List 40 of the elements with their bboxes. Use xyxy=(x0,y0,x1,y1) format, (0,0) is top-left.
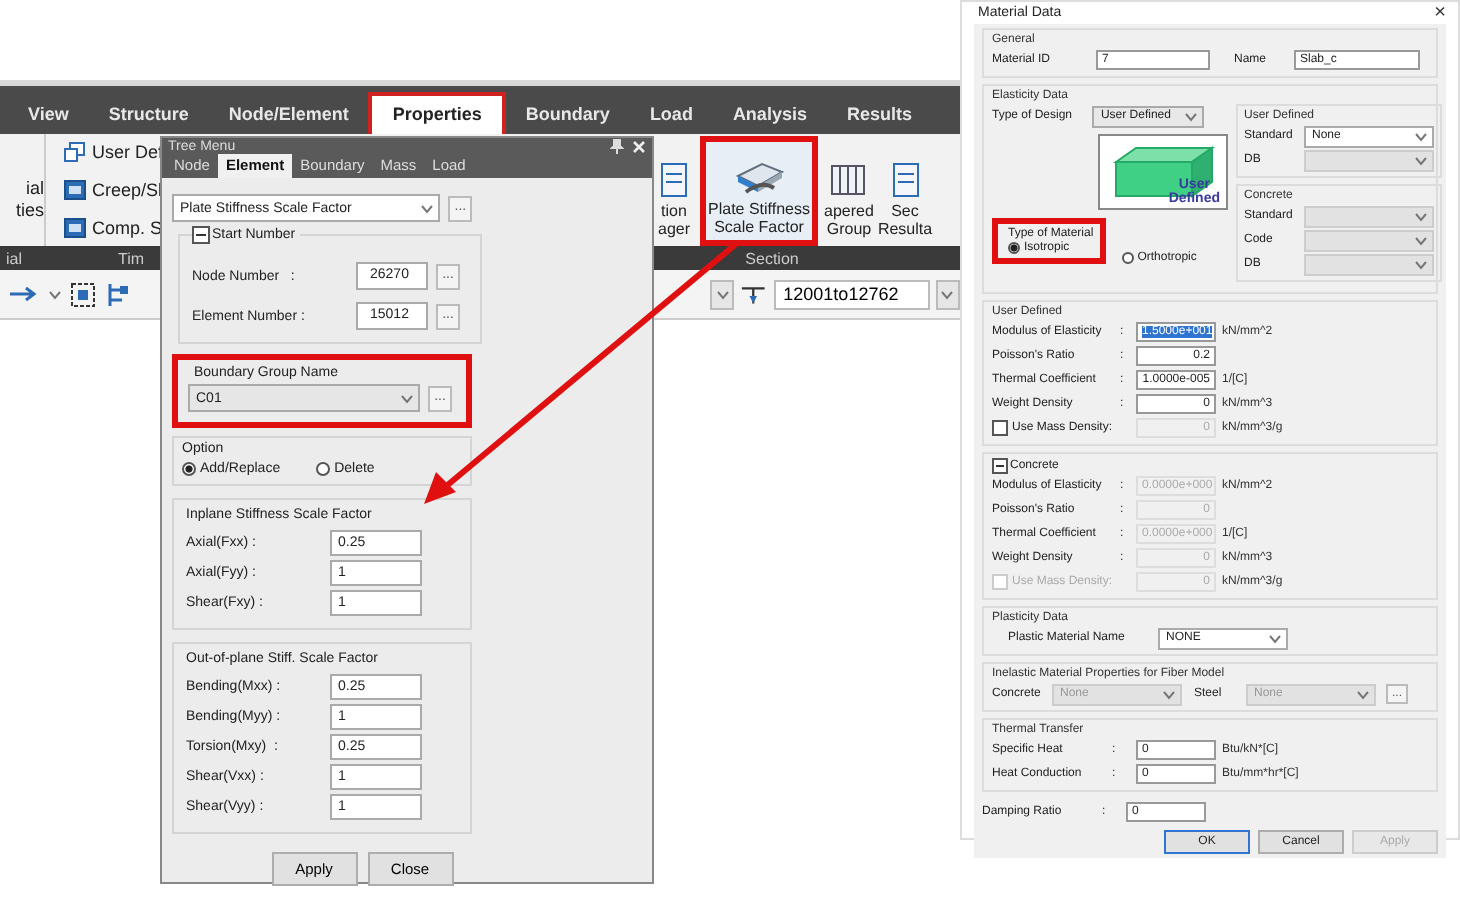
caret-icon xyxy=(400,393,414,403)
caret-icon xyxy=(1162,689,1176,699)
group-label: ial xyxy=(6,249,23,267)
document-icon xyxy=(660,158,688,202)
caret-icon xyxy=(1184,111,1198,121)
pin-icon xyxy=(610,138,624,154)
close-button[interactable]: × xyxy=(1430,2,1450,24)
ribbon-tab[interactable]: Boundary xyxy=(505,94,630,134)
ribbon-tab[interactable]: Analysis xyxy=(712,94,827,134)
ribbon-button[interactable]: Sec Resulta xyxy=(875,134,935,246)
group-label: Tim xyxy=(118,249,145,267)
ribbon-tab[interactable]: View xyxy=(8,94,89,134)
dropdown-button[interactable] xyxy=(710,279,735,309)
ribbon-tab[interactable]: Structure xyxy=(88,94,209,134)
collapse-icon xyxy=(992,457,1008,473)
node-select-icon xyxy=(740,282,768,306)
ribbon-tab[interactable]: Load xyxy=(629,94,713,134)
caret-icon xyxy=(1268,633,1282,643)
ribbon-tab[interactable]: Properties xyxy=(368,92,506,134)
table-icon xyxy=(64,217,86,238)
group-label: Section xyxy=(745,249,799,267)
arrow-icon xyxy=(8,284,40,304)
collapse-icon xyxy=(192,226,210,244)
ribbon-tab[interactable]: Node/Element xyxy=(208,94,369,134)
table-icon xyxy=(64,179,86,200)
ribbon-tab[interactable]: Results xyxy=(826,94,932,134)
document-icon xyxy=(891,158,919,202)
ribbon-button[interactable]: tion ager xyxy=(656,134,693,246)
caret-icon xyxy=(420,203,435,213)
range-field[interactable]: 12001to12762 xyxy=(773,279,930,309)
select-icon xyxy=(70,281,96,307)
caret-icon xyxy=(940,289,955,299)
ribbon-button[interactable]: Plate Stiffness Scale Factor xyxy=(700,136,819,246)
ribbon-button[interactable]: apered Group xyxy=(822,134,876,246)
window-icon xyxy=(64,142,86,163)
caret-icon xyxy=(1356,689,1370,699)
caret-icon xyxy=(715,289,730,299)
ribbon-button[interactable]: Creep/Sl xyxy=(64,179,164,200)
caret-icon xyxy=(48,289,62,299)
tree-icon xyxy=(104,281,130,307)
